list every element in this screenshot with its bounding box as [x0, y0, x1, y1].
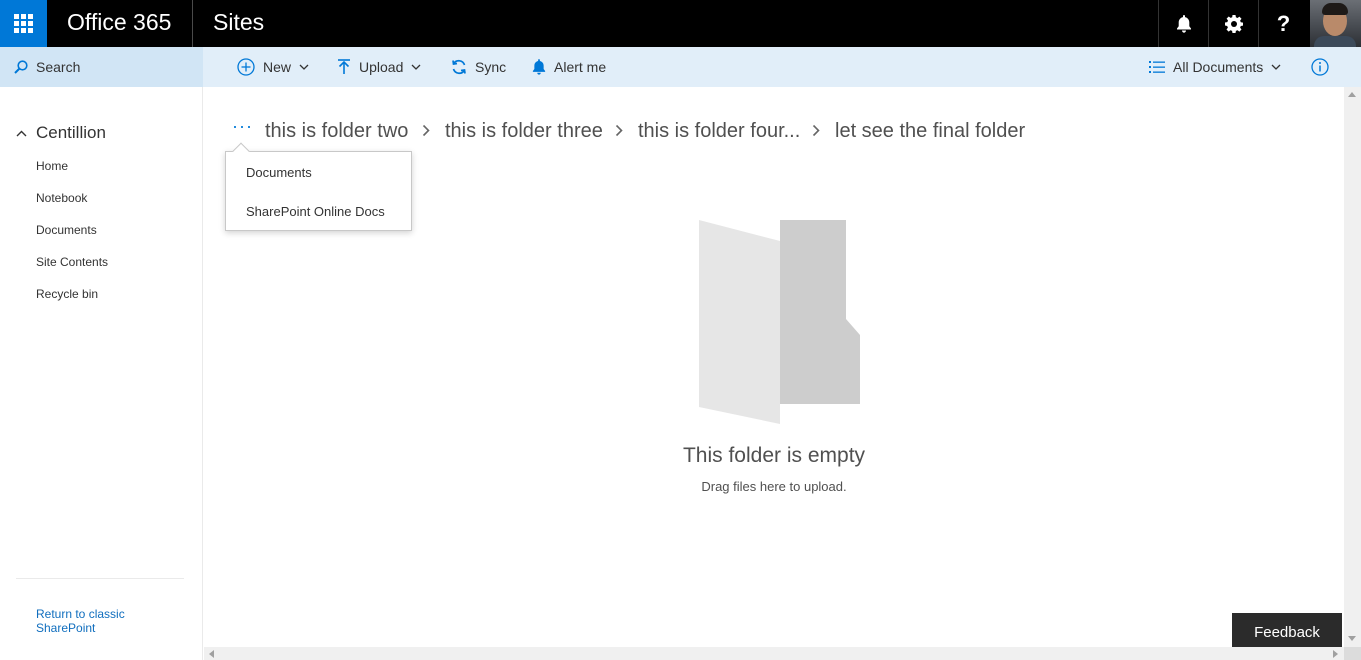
breadcrumb-overflow-button[interactable]: ···: [232, 116, 253, 137]
upload-button[interactable]: Upload: [337, 47, 421, 87]
vertical-scrollbar[interactable]: [1344, 87, 1361, 647]
empty-folder-icon: [699, 220, 860, 424]
settings-button[interactable]: [1208, 0, 1258, 47]
scroll-up-arrow-icon[interactable]: [1348, 92, 1356, 97]
site-name: Centillion: [36, 123, 106, 142]
new-label: New: [263, 59, 292, 75]
alert-me-button[interactable]: Alert me: [532, 47, 606, 87]
nav-item-site-contents[interactable]: Site Contents: [36, 255, 108, 269]
search-label: Search: [36, 59, 81, 75]
nav-item-home[interactable]: Home: [36, 159, 68, 173]
empty-folder-subtitle: Drag files here to upload.: [701, 479, 847, 494]
return-to-classic-link[interactable]: Return to classic SharePoint: [36, 607, 156, 635]
breadcrumb-item[interactable]: this is folder four...: [638, 120, 800, 143]
list-view-icon: [1149, 61, 1165, 73]
nav-item-recycle-bin[interactable]: Recycle bin: [36, 287, 98, 301]
waffle-icon: [14, 14, 33, 33]
scroll-left-arrow-icon[interactable]: [209, 650, 214, 658]
search-icon: [14, 60, 28, 74]
nav-item-notebook[interactable]: Notebook: [36, 191, 87, 205]
bell-icon: [532, 59, 546, 75]
chevron-right-icon: [615, 124, 623, 137]
sync-label: Sync: [475, 59, 507, 75]
empty-folder-title: This folder is empty: [682, 444, 866, 467]
suite-bar: Office 365 Sites ?: [0, 0, 1361, 47]
user-avatar[interactable]: [1310, 0, 1361, 47]
chevron-down-icon: [299, 64, 309, 70]
breadcrumb-item[interactable]: this is folder two: [265, 120, 408, 143]
breadcrumb-overflow-menu: Documents SharePoint Online Docs: [225, 151, 412, 231]
app-title-link[interactable]: Sites: [213, 9, 264, 36]
scrollbar-corner: [1344, 647, 1361, 660]
scroll-down-arrow-icon[interactable]: [1348, 636, 1356, 641]
plus-circle-icon: [237, 58, 255, 76]
help-button[interactable]: ?: [1258, 0, 1308, 47]
bell-icon: [1176, 14, 1191, 33]
search-box[interactable]: Search: [0, 47, 203, 87]
nav-divider: [16, 578, 184, 579]
app-launcher-button[interactable]: [0, 0, 47, 47]
chevron-right-icon: [422, 124, 430, 137]
view-selector[interactable]: All Documents: [1149, 47, 1281, 87]
chevron-up-icon: [16, 130, 27, 136]
office365-brand-link[interactable]: Office 365: [67, 9, 171, 36]
sync-icon: [452, 59, 466, 75]
chevron-down-icon: [1271, 64, 1281, 70]
site-nav-header[interactable]: Centillion: [16, 123, 106, 143]
breadcrumb-current: let see the final folder: [835, 120, 1026, 142]
nav-item-documents[interactable]: Documents: [36, 223, 97, 237]
overflow-item-documents[interactable]: Documents: [246, 165, 312, 180]
breadcrumb-item[interactable]: this is folder three: [445, 120, 603, 143]
left-navigation: Centillion Home Notebook Documents Site …: [0, 87, 203, 660]
new-button[interactable]: New: [237, 47, 309, 87]
notifications-button[interactable]: [1158, 0, 1208, 47]
info-pane-button[interactable]: [1311, 47, 1337, 87]
sync-button[interactable]: Sync: [451, 47, 506, 87]
chevron-down-icon: [411, 64, 421, 70]
feedback-button[interactable]: Feedback: [1232, 613, 1342, 647]
scroll-right-arrow-icon[interactable]: [1333, 650, 1338, 658]
info-icon: [1311, 58, 1329, 76]
gear-icon: [1224, 14, 1243, 33]
horizontal-scrollbar[interactable]: [204, 647, 1344, 660]
suite-divider: [192, 0, 193, 47]
upload-label: Upload: [359, 59, 404, 75]
upload-icon: [338, 59, 350, 74]
alert-me-label: Alert me: [554, 59, 607, 75]
view-label: All Documents: [1173, 59, 1264, 75]
overflow-item-sharepoint-online-docs[interactable]: SharePoint Online Docs: [246, 204, 385, 219]
chevron-right-icon: [812, 124, 820, 137]
